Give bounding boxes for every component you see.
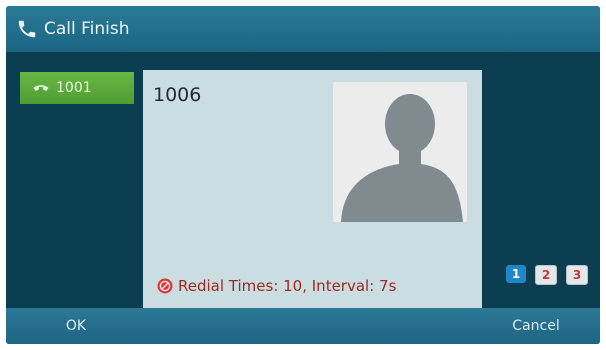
- page-indicator-2[interactable]: 2: [535, 265, 557, 285]
- cancel-softkey[interactable]: Cancel: [486, 308, 586, 344]
- line-key-label: 1001: [56, 80, 92, 96]
- title-bar: Call Finish: [6, 6, 600, 52]
- handset-icon: [33, 85, 49, 91]
- stop-icon: [157, 278, 173, 294]
- contact-avatar: [333, 82, 467, 222]
- page-indicator-1[interactable]: 1: [506, 265, 526, 283]
- ok-softkey[interactable]: OK: [26, 308, 126, 344]
- page-indicator-3[interactable]: 3: [566, 265, 588, 285]
- phone-screen: Call Finish 1001 1006 Redial Times: 10, …: [6, 6, 600, 344]
- redial-status: Redial Times: 10, Interval: 7s: [157, 277, 396, 295]
- contact-avatar-icon: [341, 94, 463, 222]
- line-key-1001[interactable]: 1001: [20, 72, 134, 104]
- redial-status-text: Redial Times: 10, Interval: 7s: [178, 277, 397, 295]
- remote-number: 1006: [153, 84, 202, 106]
- call-info-panel: 1006 Redial Times: 10, Interval: 7s: [143, 70, 482, 310]
- page-title: Call Finish: [44, 19, 130, 39]
- phone-icon: [18, 20, 36, 38]
- softkey-bar: OK Cancel: [6, 308, 600, 344]
